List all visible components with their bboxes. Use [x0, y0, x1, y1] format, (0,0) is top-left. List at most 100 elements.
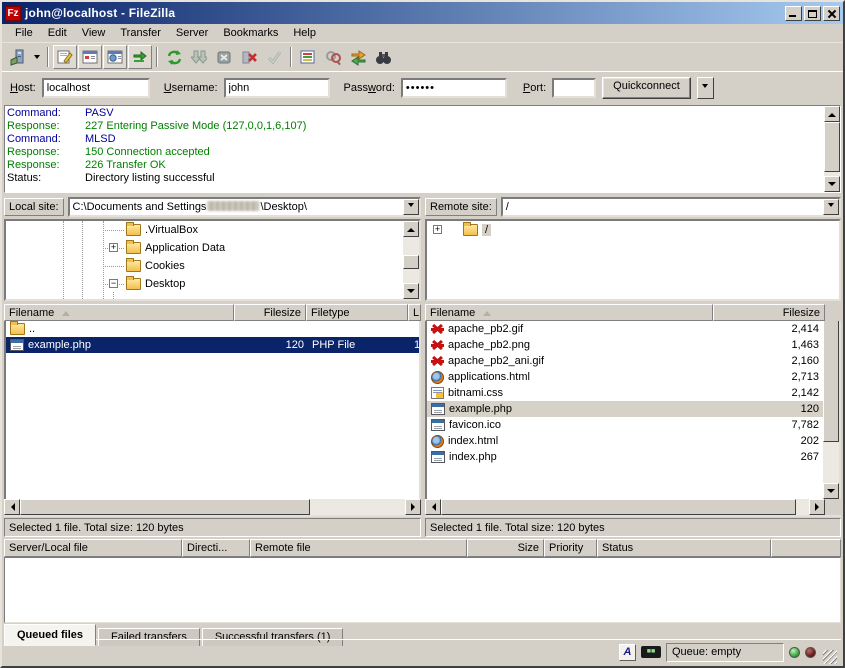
disconnect-button[interactable] — [237, 45, 261, 69]
disconnect-icon — [241, 49, 258, 66]
scroll-thumb[interactable] — [441, 499, 796, 515]
local-directory-tree[interactable]: .VirtualBox + Application Data Cookies − — [4, 219, 421, 301]
file-name: bitnami.css — [448, 387, 503, 399]
column-header-remote-file[interactable]: Remote file — [250, 539, 467, 557]
file-row[interactable]: favicon.ico 7,782 — [427, 417, 823, 433]
menu-help[interactable]: Help — [286, 25, 323, 41]
synchronized-browsing-button[interactable] — [346, 45, 370, 69]
scroll-right-button[interactable] — [405, 499, 421, 515]
reconnect-button[interactable] — [262, 45, 286, 69]
toggle-local-tree-button[interactable] — [78, 45, 102, 69]
apache-file-icon — [431, 355, 444, 367]
scroll-right-button[interactable] — [809, 499, 825, 515]
menu-transfer[interactable]: Transfer — [113, 25, 168, 41]
remote-tree-icon — [107, 49, 123, 65]
menu-server[interactable]: Server — [169, 25, 215, 41]
scroll-thumb[interactable] — [823, 321, 839, 442]
cancel-operation-button[interactable] — [212, 45, 236, 69]
column-header-filetype[interactable]: Filetype — [306, 304, 408, 321]
file-row[interactable]: bitnami.css 2,142 — [427, 385, 823, 401]
close-button[interactable] — [823, 6, 840, 21]
tab-queued-files[interactable]: Queued files — [4, 624, 96, 646]
queue-list-body[interactable] — [4, 557, 841, 623]
maximize-button[interactable] — [804, 6, 821, 21]
menu-bookmarks[interactable]: Bookmarks — [216, 25, 285, 41]
file-row-example-php-selected[interactable]: example.php 120 PHP File 1 — [6, 337, 419, 353]
file-row[interactable]: apache_pb2.gif 2,414 — [427, 321, 823, 337]
column-header-filename[interactable]: Filename — [4, 304, 234, 321]
column-header-last-modified[interactable]: L — [408, 304, 421, 321]
tree-item-desktop[interactable]: − Desktop — [6, 275, 403, 293]
tree-item-application-data[interactable]: + Application Data — [6, 239, 403, 257]
column-header-status[interactable]: Status — [597, 539, 771, 557]
collapse-icon[interactable]: − — [109, 279, 118, 288]
file-row-example-php-selected[interactable]: example.php 120 — [427, 401, 823, 417]
toggle-transfer-queue-button[interactable] — [128, 45, 152, 69]
column-header-direction[interactable]: Directi... — [182, 539, 250, 557]
scroll-thumb[interactable] — [403, 255, 419, 269]
directory-comparison-button[interactable] — [321, 45, 345, 69]
quickconnect-dropdown-button[interactable] — [697, 77, 714, 99]
remote-path-combo[interactable]: / — [501, 197, 841, 217]
port-input[interactable] — [552, 78, 596, 98]
file-row[interactable]: apache_pb2.png 1,463 — [427, 337, 823, 353]
refresh-button[interactable] — [162, 45, 186, 69]
site-manager-icon — [9, 48, 27, 66]
speed-limit-icon[interactable]: ■■ — [641, 646, 661, 658]
toggle-message-log-button[interactable] — [53, 45, 77, 69]
log-scrollbar[interactable] — [824, 106, 840, 192]
expand-icon[interactable]: + — [433, 225, 442, 234]
scroll-down-button[interactable] — [823, 483, 839, 499]
tree-item-cookies[interactable]: Cookies — [6, 257, 403, 275]
file-row-parent-dir[interactable]: .. — [6, 321, 419, 337]
minimize-button[interactable] — [785, 6, 802, 21]
process-queue-button[interactable] — [187, 45, 211, 69]
expand-icon[interactable]: + — [109, 243, 118, 252]
scroll-up-button[interactable] — [403, 221, 419, 237]
ascii-data-type-icon[interactable]: A — [619, 644, 636, 661]
scroll-down-button[interactable] — [403, 283, 419, 299]
file-row[interactable]: apache_pb2_ani.gif 2,160 — [427, 353, 823, 369]
column-header-filesize[interactable]: Filesize — [713, 304, 825, 321]
scroll-up-button[interactable] — [824, 106, 840, 122]
site-manager-dropdown-button[interactable] — [31, 46, 43, 68]
local-tree-scrollbar[interactable] — [403, 221, 419, 299]
directory-listing-filters-button[interactable] — [296, 45, 320, 69]
scroll-thumb[interactable] — [824, 122, 840, 172]
column-header-priority[interactable]: Priority — [544, 539, 597, 557]
host-input[interactable] — [42, 78, 150, 98]
menu-edit[interactable]: Edit — [41, 25, 74, 41]
tree-item-virtualbox[interactable]: .VirtualBox — [6, 221, 403, 239]
file-row[interactable]: index.php 267 — [427, 449, 823, 465]
scroll-left-button[interactable] — [425, 499, 441, 515]
remote-list-scrollbar[interactable] — [823, 321, 839, 499]
quickconnect-button[interactable]: Quickconnect — [602, 77, 691, 99]
remote-list-hscrollbar[interactable] — [425, 499, 825, 515]
column-header-size[interactable]: Size — [467, 539, 544, 557]
local-list-body[interactable]: .. example.php 120 PHP File 1 — [4, 321, 421, 499]
remote-path-dropdown-button[interactable] — [823, 199, 839, 215]
resize-grip[interactable] — [823, 650, 837, 664]
toggle-remote-tree-button[interactable] — [103, 45, 127, 69]
column-header-server-local-file[interactable]: Server/Local file — [4, 539, 182, 557]
message-log[interactable]: Command:PASV Response:227 Entering Passi… — [4, 105, 841, 193]
remote-directory-tree[interactable]: + / — [425, 219, 841, 301]
file-row[interactable]: index.html 202 — [427, 433, 823, 449]
column-header-filename[interactable]: Filename — [425, 304, 713, 321]
password-input[interactable] — [401, 78, 507, 98]
scroll-left-button[interactable] — [4, 499, 20, 515]
local-path-dropdown-button[interactable] — [403, 199, 419, 215]
file-row[interactable]: applications.html 2,713 — [427, 369, 823, 385]
username-input[interactable] — [224, 78, 330, 98]
remote-list-body[interactable]: apache_pb2.gif 2,414 apache_pb2.png 1,46… — [425, 321, 841, 499]
site-manager-button[interactable] — [6, 45, 30, 69]
scroll-down-button[interactable] — [824, 176, 840, 192]
scroll-thumb[interactable] — [20, 499, 310, 515]
local-path-combo[interactable]: C:\Documents and Settings\Desktop\ — [68, 197, 421, 217]
menu-view[interactable]: View — [75, 25, 113, 41]
column-header-filesize[interactable]: Filesize — [234, 304, 306, 321]
menu-file[interactable]: File — [8, 25, 40, 41]
local-list-hscrollbar[interactable] — [4, 499, 421, 515]
tree-item-root[interactable]: + / — [427, 221, 823, 239]
find-files-button[interactable] — [371, 45, 395, 69]
